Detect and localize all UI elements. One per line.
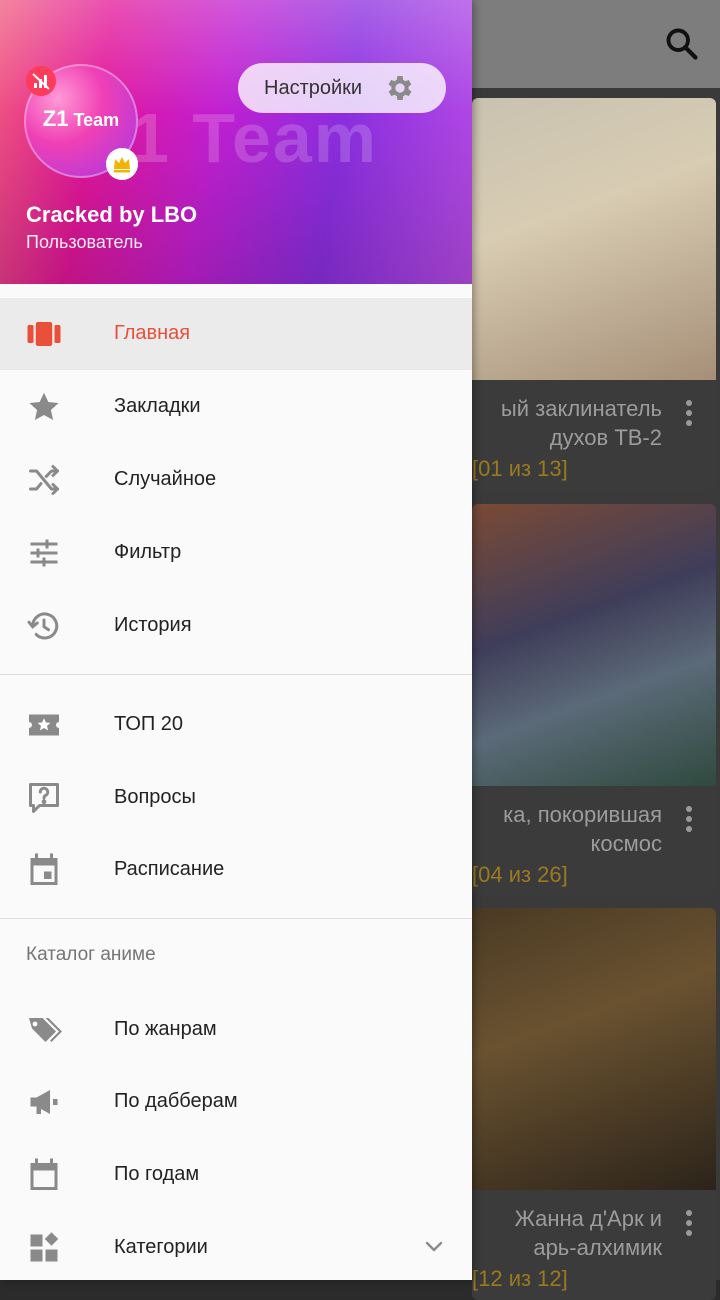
anime-poster	[472, 98, 716, 380]
more-vert-icon[interactable]	[686, 1210, 692, 1240]
settings-label: Настройки	[264, 76, 363, 99]
question-icon	[29, 783, 59, 813]
nav-label: По дабберам	[114, 1090, 238, 1112]
user-name: Cracked by LBO	[26, 202, 198, 227]
nav-label: История	[114, 614, 192, 636]
nav-item-dubbers[interactable]: По дабберам	[0, 1066, 472, 1138]
nav-item-questions[interactable]: Вопросы	[0, 762, 472, 834]
nav-label: ТОП 20	[114, 713, 184, 735]
nav-label: Главная	[114, 322, 191, 344]
signal-off-icon	[26, 66, 56, 96]
nav-item-filter[interactable]: Фильтр	[0, 517, 472, 589]
widgets-icon	[30, 1232, 59, 1262]
avatar-text-z1: Z1	[42, 106, 69, 131]
gear-icon	[388, 76, 412, 100]
tune-icon	[30, 539, 58, 567]
more-vert-icon[interactable]	[686, 806, 692, 836]
nav-item-top20[interactable]: ТОП 20	[0, 689, 472, 761]
ticket-star-icon	[29, 714, 59, 736]
nav-item-years[interactable]: По годам	[0, 1139, 472, 1211]
nav-label: По годам	[114, 1163, 200, 1185]
anime-poster	[472, 908, 716, 1190]
nav-item-history[interactable]: История	[0, 590, 472, 662]
calendar-icon	[30, 1158, 58, 1190]
nav-item-schedule[interactable]: Расписание	[0, 834, 472, 906]
avatar-text-team: Team	[73, 110, 120, 130]
episode-count: [04 из 26]	[472, 862, 568, 887]
anime-card[interactable]: ый заклинатель духов ТВ-2 [01 из 13]	[472, 98, 716, 490]
divider	[0, 674, 472, 675]
star-icon	[29, 392, 59, 421]
nav-label: Категории	[114, 1236, 208, 1258]
shuffle-icon	[29, 465, 59, 495]
nav-label: Вопросы	[114, 786, 196, 808]
nav-item-genres[interactable]: По жанрам	[0, 994, 472, 1066]
anime-title: ка, покорившая космос	[503, 802, 662, 856]
nav-item-categories[interactable]: Категории	[0, 1212, 472, 1280]
nav-item-random[interactable]: Случайное	[0, 444, 472, 516]
drawer-header: 1 Team Z1 Team Настройки Cracked by LBO …	[0, 0, 472, 284]
tags-icon	[29, 1018, 62, 1042]
home-cards-icon	[27, 322, 61, 346]
nav-label: Случайное	[114, 468, 217, 490]
anime-title: Жанна д'Арк и арь-алхимик	[514, 1206, 662, 1260]
crown-icon	[106, 148, 138, 180]
navigation-drawer: 1 Team Z1 Team Настройки Cracked by LBO …	[0, 0, 472, 1280]
anime-card[interactable]: ка, покорившая космос [04 из 26]	[472, 504, 716, 896]
episode-count: [01 из 13]	[472, 456, 568, 481]
user-role: Пользователь	[26, 232, 143, 252]
calendar-event-icon	[30, 853, 58, 885]
nav-label: Расписание	[114, 858, 225, 880]
nav-label: Закладки	[114, 395, 201, 417]
divider	[0, 918, 472, 919]
nav-item-bookmarks[interactable]: Закладки	[0, 371, 472, 443]
settings-button[interactable]: Настройки	[238, 63, 446, 113]
episode-count: [12 из 12]	[472, 1266, 568, 1291]
history-icon	[27, 612, 59, 640]
search-icon[interactable]	[664, 26, 700, 62]
anime-card[interactable]: Жанна д'Арк и арь-алхимик [12 из 12]	[472, 908, 716, 1300]
nav-label: По жанрам	[114, 1018, 217, 1040]
anime-poster	[472, 504, 716, 786]
anime-title: ый заклинатель духов ТВ-2	[500, 396, 662, 450]
more-vert-icon[interactable]	[686, 400, 692, 430]
section-header-catalog: Каталог аниме	[26, 944, 156, 965]
nav-label: Фильтр	[114, 541, 182, 563]
nav-item-home[interactable]: Главная	[0, 298, 472, 370]
megaphone-icon	[30, 1090, 58, 1114]
chevron-down-icon[interactable]	[422, 1234, 446, 1258]
